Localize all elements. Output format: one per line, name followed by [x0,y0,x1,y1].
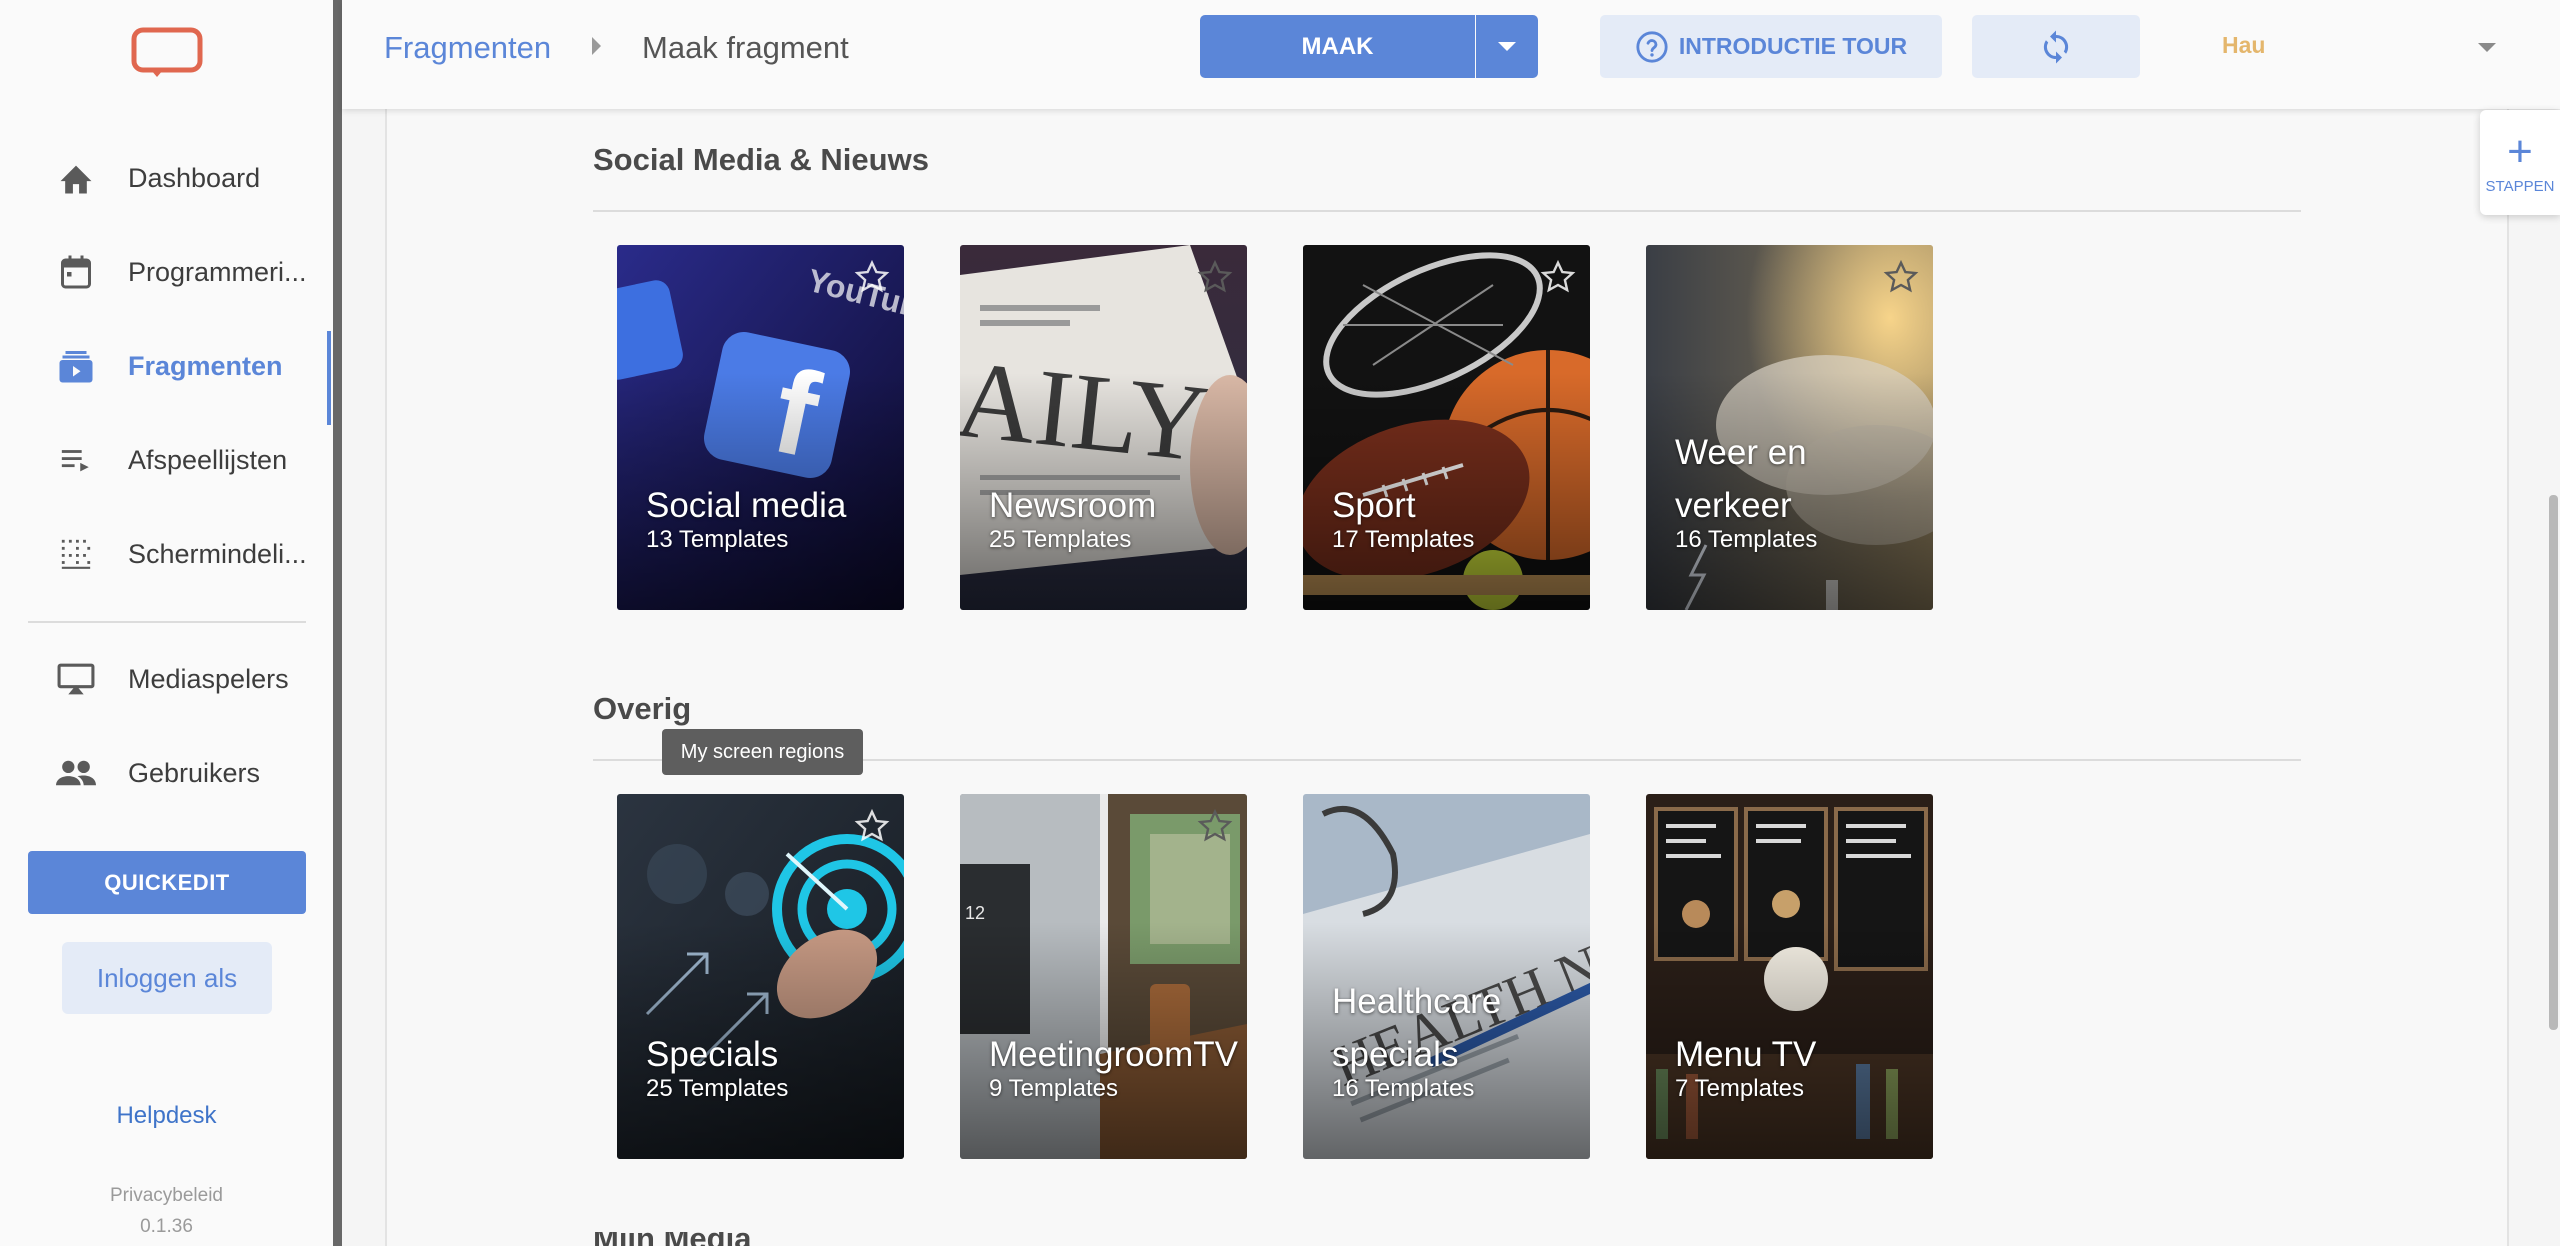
tile-shade [1303,245,1590,610]
monitor-icon [56,661,96,697]
section-title: Mijn Media [593,1232,751,1246]
nav-label: Dashboard [128,162,261,193]
nav-label: Mediaspelers [128,663,289,694]
template-tile-meetingroomtv[interactable]: 12 MeetingroomTV 9 Templates [960,794,1247,1159]
tile-shade [960,245,1247,610]
tile-title: Social media [646,486,847,525]
home-icon [56,160,96,196]
help-circle-icon [1636,30,1668,63]
sidebar-border [333,0,342,1246]
nav-item-dashboard[interactable]: Dashboard [0,131,333,225]
calendar-icon [56,254,96,290]
refresh-icon [2043,30,2069,63]
tile-count: 16 Templates [1675,526,1818,553]
tile-count: 13 Templates [646,526,789,553]
nav-label: Afspeellijsten [128,444,288,475]
tile-title: Healthcare specials [1332,982,1502,1074]
tile-count: 25 Templates [989,526,1132,553]
nav-item-gebruikers[interactable]: Gebruikers [0,726,333,820]
star-icon[interactable] [1197,808,1233,844]
breadcrumb-root[interactable]: Fragmenten [384,30,551,66]
intro-tour-button[interactable]: INTRODUCTIE TOUR [1600,15,1942,78]
steps-panel-button[interactable]: + STAPPEN [2480,110,2560,215]
tile-title: Sport [1332,486,1416,525]
star-icon[interactable] [1883,259,1919,295]
template-tile-sport[interactable]: Sport 17 Templates [1303,245,1590,610]
tile-shade [617,245,904,610]
nav-label: Schermindeli... [128,538,307,569]
top-header: Fragmenten Maak fragment MAAK INTRODUCTI… [342,0,2560,109]
intro-tour-label: INTRODUCTIE TOUR [1678,33,1908,59]
nav-item-programmering[interactable]: Programmeri... [0,225,333,319]
template-tile-social-media[interactable]: f YouTube Social media 13 Templates [617,245,904,610]
nav-item-afspeellijsten[interactable]: Afspeellijsten [0,413,333,507]
star-icon[interactable] [854,259,890,295]
tile-count: 9 Templates [989,1075,1118,1102]
chevron-down-icon[interactable] [2478,43,2496,52]
template-tile-weer-en-verkeer[interactable]: Weer en verkeer 16 Templates [1646,245,1933,610]
template-tile-healthcare-specials[interactable]: HEALTH NEWS Healthcare specials 16 Templ… [1303,794,1590,1159]
users-icon [56,755,96,791]
tile-title: Weer en verkeer [1675,433,1807,525]
helpdesk-link[interactable]: Helpdesk [0,1102,333,1130]
tile-title: Menu TV [1675,1035,1817,1074]
nav-label: Gebruikers [128,757,261,788]
template-tile-newsroom[interactable]: AILY Newsroom 25 Templates [960,245,1247,610]
tile-shade [1646,794,1933,1159]
template-tile-specials[interactable]: Specials 25 Templates [617,794,904,1159]
section-title: Overig [593,691,692,726]
fragments-icon [56,348,96,384]
breadcrumb-separator-icon [592,37,601,55]
privacy-link[interactable]: Privacybeleid [0,1185,333,1207]
nav-label: Programmeri... [128,256,307,287]
star-icon[interactable] [854,808,890,844]
playlist-icon [56,442,96,478]
tile-count: 7 Templates [1675,1075,1804,1102]
app-version: 0.1.36 [140,1216,193,1237]
breadcrumb-current: Maak fragment [642,30,849,65]
tile-count: 17 Templates [1332,526,1475,553]
maak-dropdown-button[interactable] [1476,15,1538,78]
chevron-down-icon [1498,42,1516,51]
section-title: Social Media & Nieuws [593,142,929,177]
maak-button[interactable]: MAAK [1200,15,1475,78]
login-as-button[interactable]: Inloggen als [62,942,272,1014]
steps-label: STAPPEN [2485,178,2555,195]
quickedit-button[interactable]: QUICKEDIT [28,851,306,914]
nav-item-fragmenten[interactable]: Fragmenten [0,319,333,425]
template-tile-menu-tv[interactable]: Menu TV 7 Templates [1646,794,1933,1159]
star-icon[interactable] [1197,259,1233,295]
nav-label: Fragmenten [128,350,283,381]
plus-icon: + [2507,127,2533,176]
tile-title: MeetingroomTV [989,1035,1238,1074]
tile-title: Newsroom [989,486,1157,525]
tile-title: Specials [646,1035,779,1074]
star-icon[interactable] [1540,259,1576,295]
tile-shade [617,794,904,1159]
tile-shade [960,794,1247,1159]
app-logo[interactable] [131,27,203,79]
grid-icon [56,536,96,572]
nav-item-mediaspelers[interactable]: Mediaspelers [0,632,333,726]
refresh-button[interactable] [1972,15,2140,78]
tile-count: 25 Templates [646,1075,789,1102]
tooltip: My screen regions [662,729,863,775]
section-divider [593,210,2301,212]
sidebar: Dashboard Programmeri... Fragmenten Afsp… [0,0,333,1246]
nav-item-schermindeling[interactable]: Schermindeli... [0,507,333,601]
user-menu[interactable]: Hau [2222,32,2265,59]
tile-count: 16 Templates [1332,1075,1475,1102]
nav-divider [28,621,306,623]
scrollbar-thumb[interactable] [2549,495,2558,1030]
